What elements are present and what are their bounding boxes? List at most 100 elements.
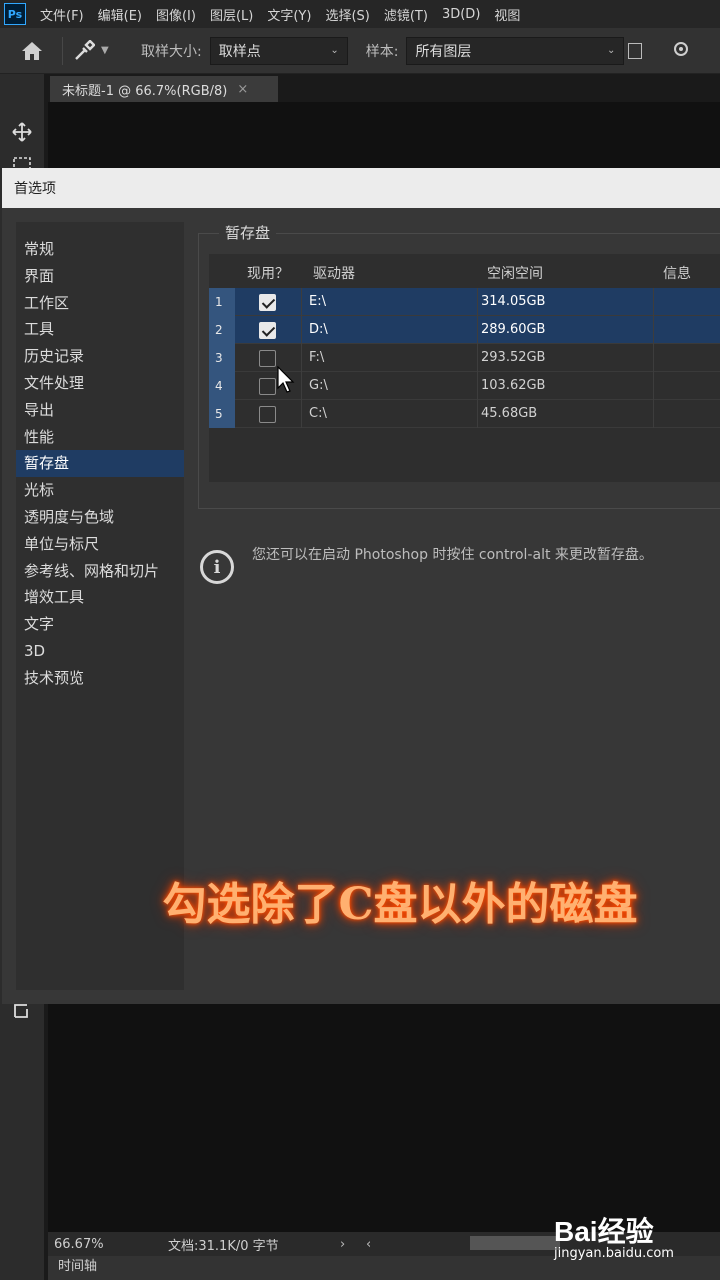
column-divider — [653, 372, 654, 400]
nav-item[interactable]: 工作区 — [16, 290, 184, 317]
column-divider — [477, 372, 478, 400]
free-space-cell: 103.62GB — [481, 378, 546, 393]
watermark-url: jingyan.baidu.com — [554, 1246, 674, 1261]
free-space-cell: 289.60GB — [481, 322, 546, 337]
column-divider — [477, 316, 478, 344]
move-tool-icon[interactable] — [8, 118, 36, 146]
document-tab-title: 未标题-1 @ 66.7%(RGB/8) — [62, 83, 228, 99]
drive-cell: D:\ — [309, 322, 328, 337]
column-divider — [477, 344, 478, 372]
scratch-disks-legend: 暂存盘 — [219, 222, 277, 243]
column-divider — [653, 400, 654, 428]
row-number: 5 — [209, 400, 235, 428]
nav-item[interactable]: 常规 — [16, 236, 184, 263]
menu-edit[interactable]: 编辑(E) — [98, 5, 142, 24]
menu-layer[interactable]: 图层(L) — [210, 5, 253, 24]
mouse-cursor-icon — [277, 366, 295, 393]
nav-item[interactable]: 文件处理 — [16, 370, 184, 397]
nav-item[interactable]: 导出 — [16, 397, 184, 424]
sample-label: 样本: — [365, 43, 399, 60]
column-divider — [301, 316, 302, 344]
nav-item[interactable]: 单位与标尺 — [16, 531, 184, 558]
active-checkbox[interactable] — [259, 406, 276, 423]
nav-item[interactable]: 历史记录 — [16, 343, 184, 370]
menu-bar: Ps 文件(F) 编辑(E) 图像(I) 图层(L) 文字(Y) 选择(S) 滤… — [0, 0, 720, 28]
row-number: 2 — [209, 316, 235, 344]
nav-item[interactable]: 技术预览 — [16, 665, 184, 692]
nav-item[interactable]: 参考线、网格和切片 — [16, 558, 184, 585]
eyedropper-tool-preset[interactable]: ▼ — [73, 39, 123, 62]
nav-item[interactable]: 文字 — [16, 611, 184, 638]
column-divider — [301, 344, 302, 372]
table-row[interactable]: 1 E:\ 314.05GB — [209, 288, 720, 316]
info-note: i 您还可以在启动 Photoshop 时按住 control-alt 来更改暂… — [200, 544, 720, 584]
row-number: 3 — [209, 344, 235, 372]
menu-file[interactable]: 文件(F) — [40, 5, 84, 24]
column-divider — [477, 288, 478, 316]
active-checkbox[interactable] — [259, 294, 276, 311]
menu-type[interactable]: 文字(Y) — [267, 5, 311, 24]
nav-item[interactable]: 界面 — [16, 263, 184, 290]
horizontal-scrollbar[interactable] — [470, 1236, 560, 1250]
document-info: 文档:31.1K/0 字节 — [168, 1238, 279, 1254]
header-active: 现用？ — [247, 266, 289, 282]
header-info: 信息 — [663, 266, 691, 282]
watermark-logo: Bai经验 — [554, 1216, 654, 1247]
menu-filter[interactable]: 滤镜(T) — [384, 5, 428, 24]
menu-image[interactable]: 图像(I) — [156, 5, 196, 24]
drive-cell: F:\ — [309, 350, 325, 365]
chevron-down-icon: ⌄ — [607, 45, 616, 56]
table-row[interactable]: 2 D:\ 289.60GB — [209, 316, 720, 344]
sample-size-value: 取样点 — [218, 43, 261, 60]
nav-item[interactable]: 3D — [16, 638, 184, 665]
column-divider — [477, 400, 478, 428]
toolbar-divider — [62, 36, 63, 65]
zoom-level[interactable]: 66.67% — [54, 1237, 154, 1252]
column-divider — [653, 344, 654, 372]
menu-view[interactable]: 视图 — [494, 5, 520, 24]
drive-cell: E:\ — [309, 294, 326, 309]
drive-cell: G:\ — [309, 378, 328, 393]
active-checkbox[interactable] — [259, 350, 276, 367]
nav-item[interactable]: 暂存盘 — [16, 450, 184, 478]
header-drive: 驱动器 — [313, 266, 355, 282]
drive-cell: C:\ — [309, 406, 327, 421]
info-text: 您还可以在启动 Photoshop 时按住 control-alt 来更改暂存盘… — [252, 547, 653, 563]
dialog-title: 首选项 — [14, 181, 56, 197]
chevron-down-icon: ▼ — [101, 45, 109, 56]
chevron-down-icon: ⌄ — [330, 45, 339, 56]
close-icon[interactable]: × — [237, 82, 248, 97]
column-divider — [653, 288, 654, 316]
sample-size-select[interactable]: 取样点 ⌄ — [209, 36, 348, 65]
photoshop-logo: Ps — [4, 3, 26, 25]
header-free-space: 空闲空间 — [487, 266, 543, 282]
sample-select[interactable]: 所有图层 ⌄ — [406, 36, 625, 65]
chevron-left-icon[interactable]: ‹ — [366, 1237, 392, 1252]
nav-item[interactable]: 性能 — [16, 424, 184, 451]
home-icon[interactable] — [12, 31, 52, 71]
free-space-cell: 293.52GB — [481, 350, 546, 365]
settings-gear-icon[interactable] — [672, 40, 690, 62]
dialog-title-bar[interactable]: 首选项 — [2, 168, 720, 208]
column-divider — [301, 372, 302, 400]
free-space-cell: 45.68GB — [481, 406, 538, 421]
nav-item[interactable]: 增效工具 — [16, 584, 184, 611]
row-number: 4 — [209, 372, 235, 400]
baidu-jingyan-watermark: Bai经验 jingyan.baidu.com — [554, 1210, 714, 1270]
sample-all-layers-checkbox[interactable] — [628, 42, 643, 59]
column-divider — [301, 288, 302, 316]
table-header: 现用？ 驱动器 空闲空间 信息 — [209, 254, 720, 288]
table-row[interactable]: 5 C:\ 45.68GB — [209, 400, 720, 428]
menu-select[interactable]: 选择(S) — [325, 5, 369, 24]
sample-value: 所有图层 — [415, 43, 472, 60]
chevron-right-icon[interactable]: › — [340, 1237, 366, 1252]
active-checkbox[interactable] — [259, 322, 276, 339]
active-checkbox[interactable] — [259, 378, 276, 395]
nav-item[interactable]: 透明度与色域 — [16, 504, 184, 531]
free-space-cell: 314.05GB — [481, 294, 546, 309]
menu-3d[interactable]: 3D(D) — [442, 7, 480, 22]
nav-item[interactable]: 工具 — [16, 316, 184, 343]
document-tab[interactable]: 未标题-1 @ 66.7%(RGB/8) × — [50, 76, 278, 102]
nav-item[interactable]: 光标 — [16, 477, 184, 504]
options-bar: ▼ 取样大小: 取样点 ⌄ 样本: 所有图层 ⌄ — [0, 28, 720, 74]
